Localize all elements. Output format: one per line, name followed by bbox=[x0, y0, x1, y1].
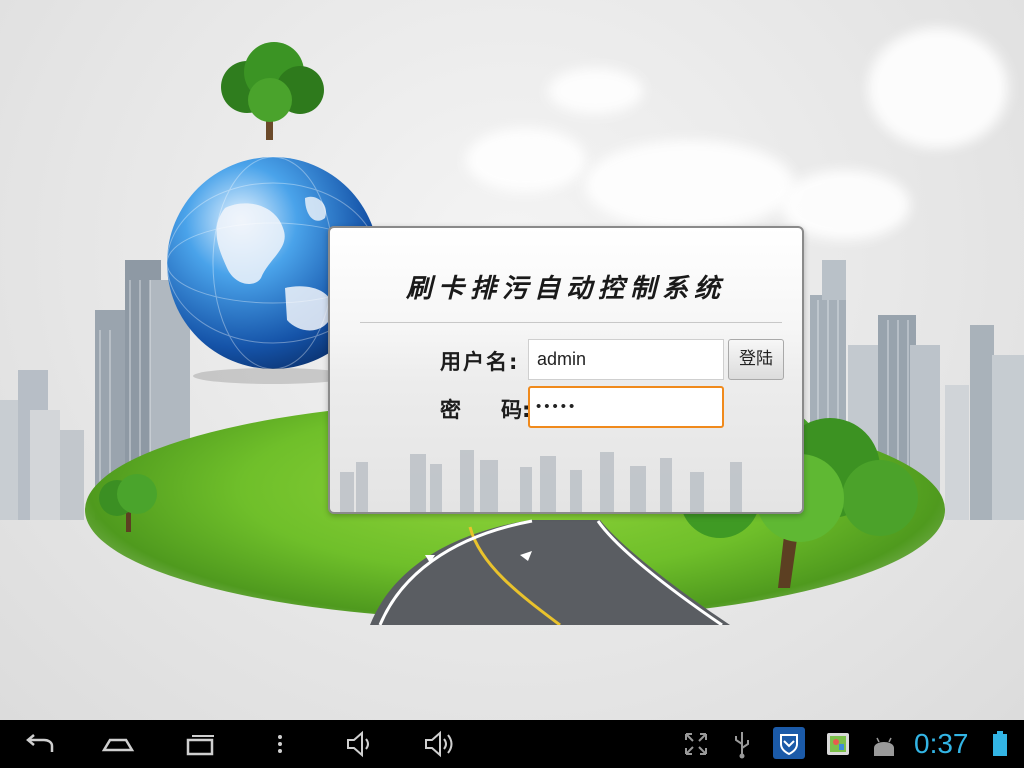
shield-app-icon[interactable] bbox=[772, 726, 806, 760]
app-title: 刷卡排污自动控制系统 bbox=[405, 274, 726, 304]
cloud bbox=[868, 28, 1008, 148]
menu-dots-icon[interactable] bbox=[262, 728, 298, 760]
login-button[interactable]: 登陆 bbox=[728, 339, 784, 380]
tree-on-globe bbox=[221, 42, 324, 140]
back-icon[interactable] bbox=[22, 728, 58, 760]
usb-icon bbox=[735, 732, 749, 759]
cloud bbox=[585, 140, 795, 230]
battery-icon bbox=[993, 731, 1007, 756]
title-divider bbox=[360, 322, 782, 323]
password-label-left: 密 bbox=[440, 398, 461, 422]
volume-down-icon[interactable] bbox=[342, 728, 378, 760]
password-label: 密 码: bbox=[440, 394, 530, 424]
password-field[interactable]: ••••• bbox=[528, 386, 724, 428]
status-clock: 0:37 bbox=[914, 728, 969, 759]
recent-apps-icon[interactable] bbox=[182, 728, 218, 760]
login-panel: 刷卡排污自动控制系统 用户名: admin 登陆 密 码: ••••• bbox=[328, 226, 804, 514]
password-label-right: 码: bbox=[501, 398, 531, 422]
cloud bbox=[548, 68, 643, 114]
system-navigation-bar: 0:37 bbox=[0, 720, 1024, 768]
screenshot-expand-icon[interactable] bbox=[678, 728, 714, 760]
username-field[interactable]: admin bbox=[528, 339, 724, 380]
tree-left bbox=[99, 474, 157, 532]
username-label: 用户名: bbox=[440, 350, 520, 374]
photo-app-icon[interactable] bbox=[820, 728, 856, 760]
cloud bbox=[466, 128, 586, 192]
panel-skyline-reflection bbox=[340, 450, 742, 512]
home-icon[interactable] bbox=[100, 728, 136, 760]
volume-up-icon[interactable] bbox=[422, 728, 458, 760]
android-debug-icon bbox=[874, 737, 894, 756]
